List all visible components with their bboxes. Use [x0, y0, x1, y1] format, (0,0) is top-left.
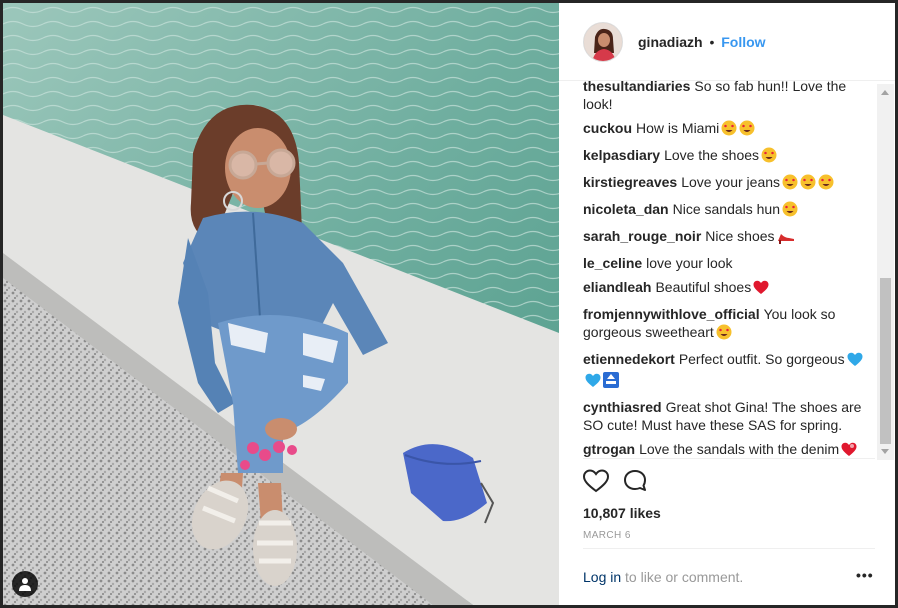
scroll-down-arrow-icon[interactable] — [881, 449, 889, 454]
comment-item: cynthiasred Great shot Gina! The shoes ar… — [583, 398, 875, 434]
separator-dot: • — [709, 34, 715, 50]
comment-username[interactable]: etiennedekort — [583, 351, 675, 367]
comment-text: Love the sandals with the denim — [639, 441, 840, 457]
post-date[interactable]: MARCH 6 — [583, 530, 631, 541]
red-heart-icon — [753, 280, 769, 299]
heart-eyes-icon — [761, 147, 777, 167]
comment-username[interactable]: eliandleah — [583, 279, 651, 295]
photo-illustration — [3, 3, 559, 605]
comment-item: thesultandiaries So so fab hun!! Love the… — [583, 81, 875, 113]
comment-username[interactable]: cuckou — [583, 120, 632, 136]
comment-item: fromjennywithlove_official You look so go… — [583, 305, 875, 344]
comments-list[interactable]: thesultandiaries So so fab hun!! Love the… — [583, 81, 875, 459]
heart-eyes-icon — [800, 174, 816, 194]
avatar[interactable] — [583, 22, 623, 62]
comment-username[interactable]: gtrogan — [583, 441, 635, 457]
heart-outline-icon[interactable] — [582, 469, 610, 498]
top-arrow-icon — [603, 372, 619, 392]
comment-item: gtrogan Love the sandals with the denim — [583, 440, 875, 458]
comment-text: Nice sandals hun — [672, 201, 780, 217]
heart-eyes-icon — [782, 174, 798, 194]
high-heel-icon — [777, 228, 795, 248]
comment-item: nicoleta_dan Nice sandals hun — [583, 200, 875, 221]
comment-bubble-icon[interactable] — [623, 469, 649, 498]
heart-eyes-icon — [716, 324, 732, 344]
login-link[interactable]: Log in — [583, 569, 621, 585]
likes-count[interactable]: 10,807 likes — [583, 505, 661, 521]
comment-username[interactable]: kelpasdiary — [583, 147, 660, 163]
comment-text: Perfect outfit. So gorgeous — [678, 351, 845, 367]
comment-text: Love the shoes — [664, 147, 760, 163]
header-row: ginadiazh • Follow — [638, 34, 766, 50]
heart-eyes-icon — [818, 174, 834, 194]
comment-text: Love your jeans — [681, 174, 781, 190]
scrollbar-thumb[interactable] — [880, 278, 891, 444]
login-prompt-text: to like or comment. — [621, 569, 744, 585]
scroll-up-arrow-icon[interactable] — [881, 90, 889, 95]
comment-username[interactable]: fromjennywithlove_official — [583, 306, 760, 322]
comment-username[interactable]: sarah_rouge_noir — [583, 228, 701, 244]
comment-item: le_celine love your look — [583, 254, 875, 272]
comment-username[interactable]: thesultandiaries — [583, 81, 690, 94]
login-prompt: Log in to like or comment. — [583, 569, 743, 585]
comment-item: eliandleah Beautiful shoes — [583, 278, 875, 299]
comment-username[interactable]: nicoleta_dan — [583, 201, 669, 217]
post-photo[interactable] — [3, 3, 559, 605]
username-link[interactable]: ginadiazh — [638, 34, 703, 50]
blue-heart-icon — [847, 352, 863, 371]
comment-text: Beautiful shoes — [655, 279, 752, 295]
post-header: ginadiazh • Follow — [559, 3, 895, 81]
comment-username[interactable]: cynthiasred — [583, 399, 662, 415]
post-modal: ginadiazh • Follow thesultandiaries So so… — [3, 3, 895, 605]
heart-exclamation-icon — [841, 442, 857, 458]
comment-item: cuckou How is Miami — [583, 119, 875, 140]
comment-text: Nice shoes — [705, 228, 775, 244]
follow-button[interactable]: Follow — [721, 34, 765, 50]
comment-username[interactable]: le_celine — [583, 255, 642, 271]
heart-eyes-icon — [721, 120, 737, 140]
blue-heart-icon — [585, 373, 601, 392]
divider — [583, 548, 875, 549]
comment-text: love your look — [646, 255, 733, 271]
comments-scrollbar[interactable] — [877, 84, 894, 460]
heart-eyes-icon — [782, 201, 798, 221]
comment-item: etiennedekort Perfect outfit. So gorgeous — [583, 350, 875, 392]
post-side-panel: ginadiazh • Follow thesultandiaries So so… — [559, 3, 895, 605]
tagged-people-icon[interactable] — [12, 571, 38, 597]
more-options-icon[interactable]: ••• — [856, 567, 874, 583]
comment-text: How is Miami — [636, 120, 720, 136]
comment-username[interactable]: kirstiegreaves — [583, 174, 677, 190]
comment-item: sarah_rouge_noir Nice shoes — [583, 227, 875, 248]
comment-item: kelpasdiary Love the shoes — [583, 146, 875, 167]
comment-item: kirstiegreaves Love your jeans — [583, 173, 875, 194]
heart-eyes-icon — [739, 120, 755, 140]
